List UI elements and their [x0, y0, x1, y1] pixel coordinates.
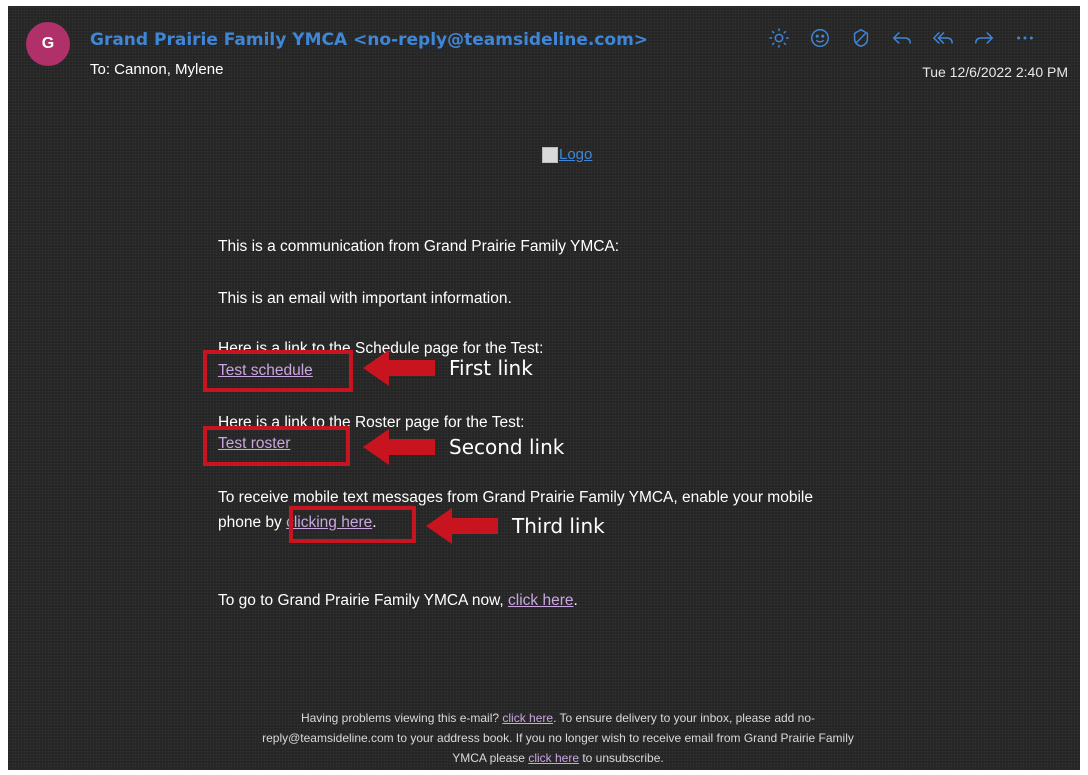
footer-text: reply@teamsideline.com to your address b… — [262, 731, 854, 745]
received-timestamp: Tue 12/6/2022 2:40 PM — [922, 64, 1068, 80]
reply-icon[interactable] — [889, 25, 915, 51]
brightness-icon[interactable] — [766, 25, 792, 51]
email-footer: Having problems viewing this e-mail? cli… — [158, 708, 958, 768]
avatar-letter: G — [41, 35, 55, 52]
footer-text: . To ensure delivery to your inbox, plea… — [553, 711, 816, 725]
footer-text: Having problems viewing this e-mail? — [300, 711, 503, 725]
red-arrow-icon — [426, 508, 498, 544]
recipient-line: To: Cannon, Mylene — [90, 61, 224, 78]
footer-text: YMCA please — [452, 751, 529, 765]
reply-all-icon[interactable] — [930, 25, 956, 51]
first-link-annotation: First link — [363, 348, 533, 388]
goto-prefix: To go to Grand Prairie Family YMCA now, — [218, 592, 509, 609]
broken-image-icon — [542, 146, 558, 163]
unsubscribe-link[interactable]: click here — [528, 751, 579, 765]
logo-alt-text: Logo — [559, 146, 593, 163]
view-problem-link[interactable]: click here — [502, 711, 553, 725]
goto-link[interactable]: click here — [508, 592, 573, 609]
second-link-annotation: Second link — [363, 427, 564, 467]
footer-text: to unsubscribe. — [579, 751, 664, 765]
goto-suffix: . — [573, 592, 578, 609]
first-link-label: First link — [449, 356, 533, 380]
forward-icon[interactable] — [971, 25, 997, 51]
sensitivity-icon[interactable] — [848, 25, 874, 51]
third-link-highlight-box — [289, 506, 416, 543]
red-arrow-icon — [363, 429, 435, 465]
message-toolbar — [766, 24, 1038, 52]
mobile-text-line: To receive mobile text messages from Gra… — [218, 489, 813, 506]
sender-avatar[interactable]: G — [26, 22, 70, 66]
red-arrow-icon — [363, 350, 435, 386]
logo-image-link[interactable]: Logo — [542, 146, 592, 163]
second-link-label: Second link — [449, 435, 565, 459]
important-text: This is an email with important informat… — [218, 290, 512, 307]
goto-line: To go to Grand Prairie Family YMCA now, … — [218, 592, 578, 610]
emoji-icon[interactable] — [807, 25, 833, 51]
sender-name[interactable]: Grand Prairie Family YMCA <no-reply@team… — [90, 30, 648, 50]
first-link-highlight-box — [203, 350, 353, 392]
second-link-highlight-box — [203, 426, 350, 466]
third-link-label: Third link — [512, 514, 605, 538]
email-reading-pane: G Grand Prairie Family YMCA <no-reply@te… — [8, 6, 1080, 770]
more-icon[interactable] — [1012, 25, 1038, 51]
third-link-annotation: Third link — [426, 506, 605, 546]
mobile-prefix: phone by — [218, 514, 287, 531]
intro-text: This is a communication from Grand Prair… — [218, 238, 620, 255]
